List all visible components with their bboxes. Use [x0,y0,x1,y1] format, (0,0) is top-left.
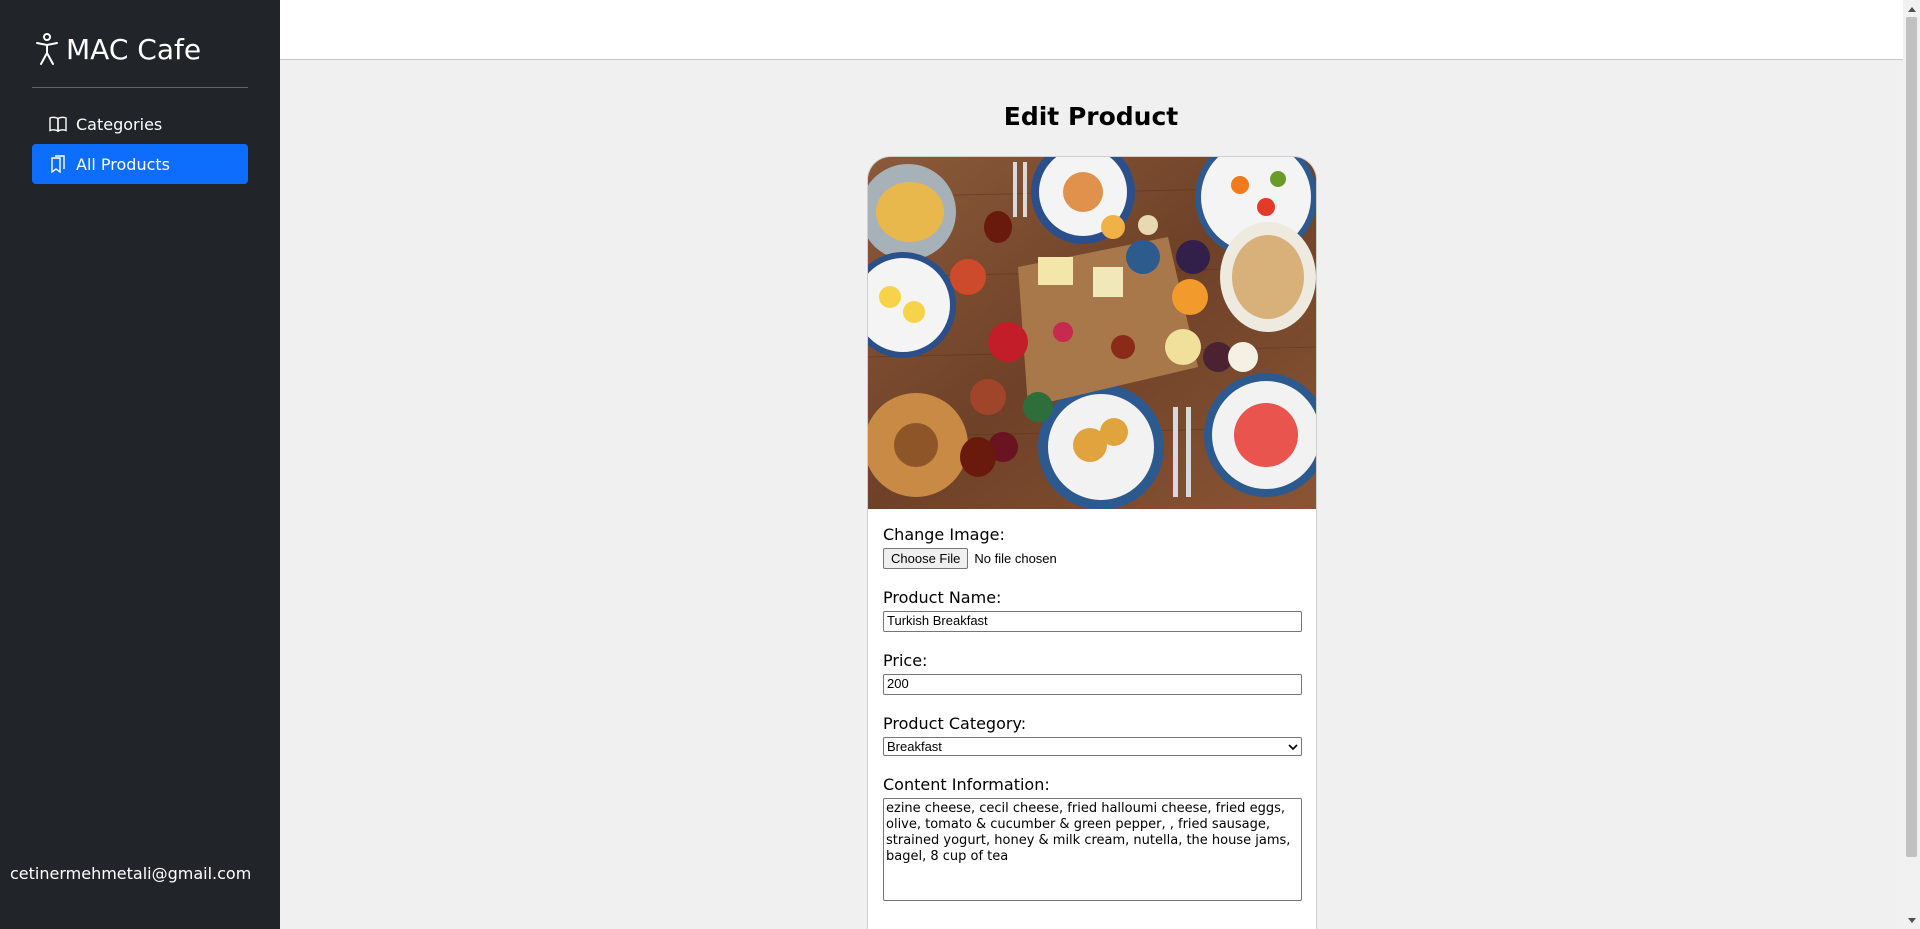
page-title: Edit Product [1003,102,1179,131]
content-textarea[interactable]: ezine cheese, cecil cheese, fried hallou… [883,798,1302,901]
user-email: cetinermehmetali@gmail.com [10,864,252,883]
brand[interactable]: MAC Cafe [32,32,201,66]
choose-file-button[interactable]: Choose File [883,548,969,569]
brand-name: MAC Cafe [66,32,202,66]
sidebar-item-all-products[interactable]: All Products [32,144,248,184]
category-select[interactable]: Breakfast [883,737,1302,756]
scroll-thumb[interactable] [1906,17,1917,857]
product-image-illustration [868,157,1316,509]
product-name-group: Product Name: Turkish Breakfast [883,588,1302,632]
product-name-input[interactable]: Turkish Breakfast [883,611,1302,632]
category-group: Product Category: Breakfast [883,714,1302,756]
chevron-down-icon [1288,743,1298,750]
sidebar: MAC Cafe Categories All Products cetiner… [0,0,280,929]
scroll-down-icon[interactable] [1903,912,1920,929]
sidebar-item-label: All Products [76,154,171,174]
change-image-label: Change Image: [883,525,1005,544]
price-label: Price: [883,651,928,670]
edit-product-form: Change Image: Choose File No file chosen… [868,509,1316,929]
content-label: Content Information: [883,775,1050,794]
content-group: Content Information: ezine cheese, cecil… [883,775,1302,901]
page-scrollbar[interactable] [1903,0,1920,929]
category-selected-value: Breakfast [887,739,942,754]
product-image [868,157,1316,509]
accessibility-icon [36,33,58,65]
file-input[interactable]: Choose File No file chosen [883,548,1301,569]
bookmarks-icon [51,155,65,174]
file-status-text: No file chosen [974,551,1057,566]
price-input[interactable]: 200 [883,674,1302,695]
top-bar [280,0,1903,60]
price-group: Price: 200 [883,651,1302,695]
scroll-up-icon[interactable] [1903,0,1920,17]
edit-product-card: Change Image: Choose File No file chosen… [867,156,1317,929]
sidebar-divider [32,87,248,88]
product-name-label: Product Name: [883,588,1002,607]
category-label: Product Category: [883,714,1027,733]
change-image-group: Change Image: Choose File No file chosen [883,525,1301,569]
